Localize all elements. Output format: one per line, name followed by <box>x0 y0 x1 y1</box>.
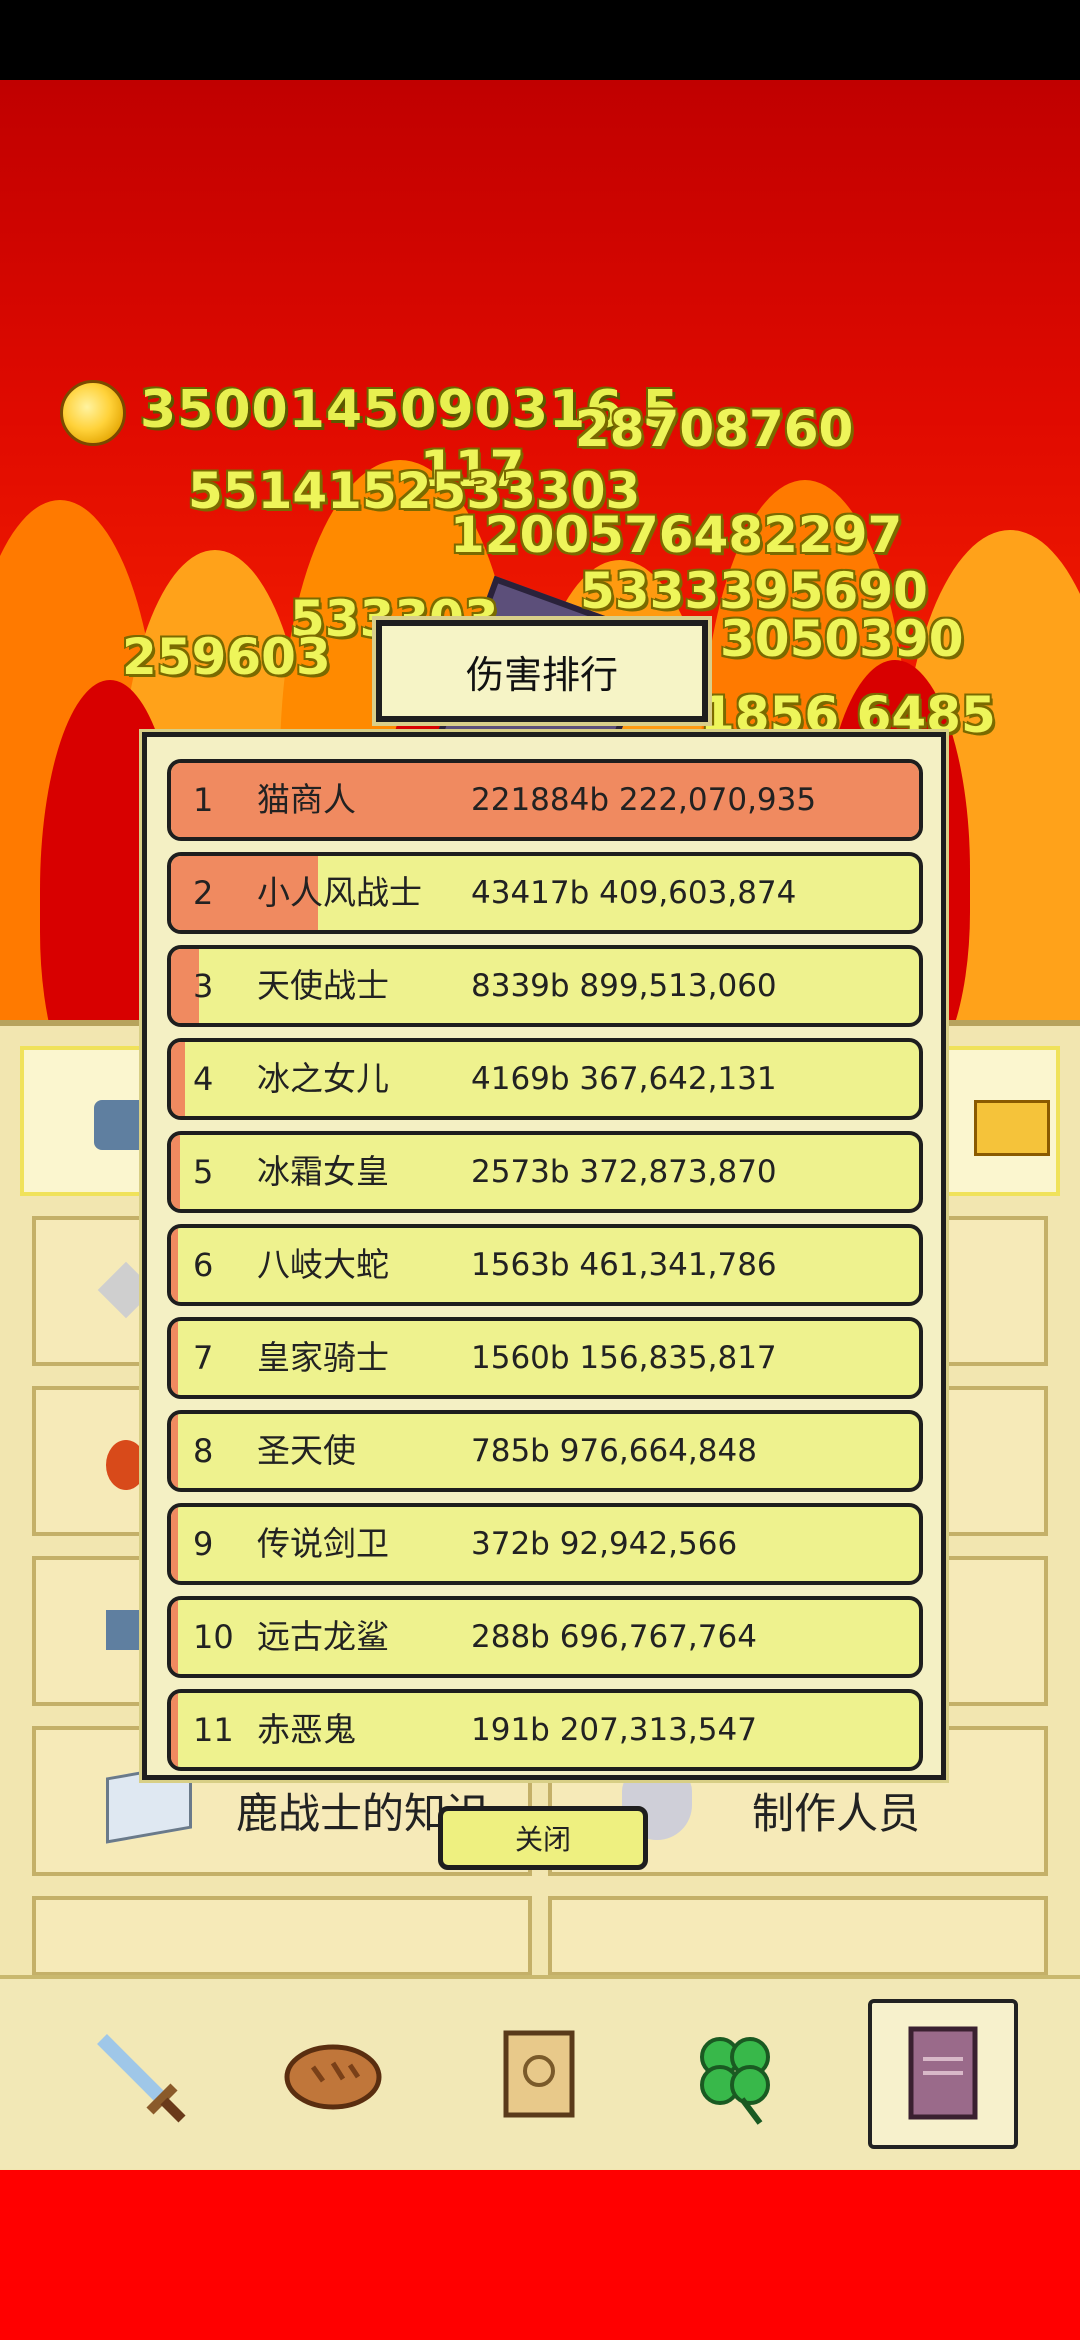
credits-label: 制作人员 <box>752 1789 921 1838</box>
rank-number: 7 <box>193 1339 214 1377</box>
damage-share-bar <box>171 1600 178 1674</box>
damage-value: 43417b 409,603,874 <box>471 875 797 911</box>
dialog-title: 伤害排行 <box>372 616 712 726</box>
damage-value: 288b 696,767,764 <box>471 1619 757 1655</box>
scroll-icon <box>503 2030 575 2118</box>
damage-share-bar <box>171 1321 178 1395</box>
damage-value: 1563b 461,341,786 <box>471 1247 777 1283</box>
hero-name: 猫商人 <box>257 780 356 819</box>
ranking-row[interactable]: 7 皇家骑士 1560b 156,835,817 <box>167 1317 923 1399</box>
nav-clover[interactable] <box>660 1999 810 2149</box>
menu-tile[interactable] <box>548 1896 1048 1976</box>
damage-share-bar <box>171 1135 180 1209</box>
hero-name: 天使战士 <box>257 966 389 1005</box>
close-button[interactable]: 关闭 <box>438 1806 648 1870</box>
status-bar <box>0 0 1080 80</box>
hero-name: 冰霜女皇 <box>257 1152 389 1191</box>
hero-name: 远古龙鲨 <box>257 1617 389 1656</box>
bread-icon <box>284 2044 382 2110</box>
rank-number: 8 <box>193 1432 214 1470</box>
rank-number: 10 <box>193 1618 234 1656</box>
gold-coin-icon <box>60 380 126 446</box>
hero-name: 赤恶鬼 <box>257 1710 356 1749</box>
rank-number: 9 <box>193 1525 214 1563</box>
rank-number: 2 <box>193 874 214 912</box>
damage-value: 1560b 156,835,817 <box>471 1340 777 1376</box>
damage-popup: 3050390 <box>720 610 964 668</box>
rank-number: 5 <box>193 1153 214 1191</box>
ranking-row[interactable]: 1 猫商人 221884b 222,070,935 <box>167 759 923 841</box>
screen-bottom-bar <box>0 2170 1080 2340</box>
bottom-nav <box>0 1975 1080 2169</box>
ranking-row[interactable]: 3 天使战士 8339b 899,513,060 <box>167 945 923 1027</box>
damage-value: 4169b 367,642,131 <box>471 1061 777 1097</box>
rank-number: 6 <box>193 1246 214 1284</box>
damage-share-bar <box>171 1414 178 1488</box>
damage-value: 8339b 899,513,060 <box>471 968 777 1004</box>
book-icon <box>908 2026 978 2120</box>
ranking-row[interactable]: 6 八岐大蛇 1563b 461,341,786 <box>167 1224 923 1306</box>
cheese-icon <box>974 1100 1050 1156</box>
ranking-row[interactable]: 8 圣天使 785b 976,664,848 <box>167 1410 923 1492</box>
rank-number: 1 <box>193 781 214 819</box>
sword-icon <box>97 2034 186 2123</box>
damage-value: 785b 976,664,848 <box>471 1433 757 1469</box>
ranking-row[interactable]: 10 远古龙鲨 288b 696,767,764 <box>167 1596 923 1678</box>
nav-sword[interactable] <box>62 1999 212 2149</box>
ranking-row[interactable]: 9 传说剑卫 372b 92,942,566 <box>167 1503 923 1585</box>
rank-number: 11 <box>193 1711 234 1749</box>
damage-value: 372b 92,942,566 <box>471 1526 738 1562</box>
damage-share-bar <box>171 1693 178 1767</box>
potion-icon <box>106 1440 146 1490</box>
damage-ranking-panel[interactable]: 1 猫商人 221884b 222,070,935 2 小人风战士 43417b… <box>139 729 949 1783</box>
damage-value: 2573b 372,873,870 <box>471 1154 777 1190</box>
damage-value: 221884b 222,070,935 <box>471 782 817 818</box>
damage-popup: 28708760 <box>575 400 854 458</box>
ranking-row[interactable]: 4 冰之女儿 4169b 367,642,131 <box>167 1038 923 1120</box>
clover-icon <box>700 2037 770 2125</box>
ranking-row[interactable]: 2 小人风战士 43417b 409,603,874 <box>167 852 923 934</box>
damage-popup: 1200576482297 <box>450 506 903 564</box>
menu-tile[interactable] <box>32 1896 532 1976</box>
damage-share-bar <box>171 1228 178 1302</box>
hero-name: 传说剑卫 <box>257 1524 389 1563</box>
nav-book[interactable] <box>868 1999 1018 2149</box>
ranking-row[interactable]: 5 冰霜女皇 2573b 372,873,870 <box>167 1131 923 1213</box>
damage-share-bar <box>171 1042 186 1116</box>
damage-share-bar <box>171 1507 178 1581</box>
damage-popup: 259603 <box>122 628 331 686</box>
hero-name: 冰之女儿 <box>257 1059 389 1098</box>
nav-bread[interactable] <box>258 1999 408 2149</box>
rank-number: 3 <box>193 967 214 1005</box>
nav-scroll[interactable] <box>464 1999 614 2149</box>
hero-name: 八岐大蛇 <box>257 1245 389 1284</box>
ranking-row[interactable]: 11 赤恶鬼 191b 207,313,547 <box>167 1689 923 1771</box>
hero-name: 小人风战士 <box>257 873 422 912</box>
hero-name: 皇家骑士 <box>257 1338 389 1377</box>
rank-number: 4 <box>193 1060 214 1098</box>
hero-name: 圣天使 <box>257 1431 356 1470</box>
damage-value: 191b 207,313,547 <box>471 1712 757 1748</box>
